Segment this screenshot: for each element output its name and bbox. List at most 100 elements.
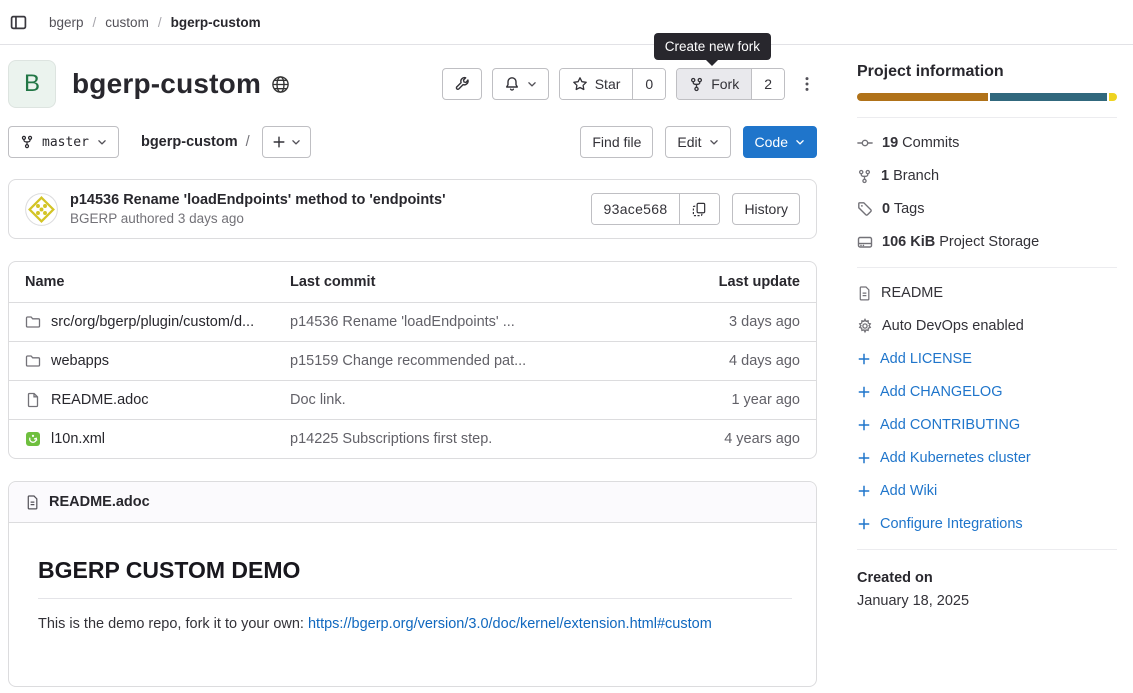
readme-filename: README.adoc bbox=[49, 494, 150, 510]
repo-name[interactable]: bgerp-custom bbox=[141, 134, 238, 150]
file-xml-icon bbox=[25, 431, 41, 447]
sidebar-title: Project information bbox=[857, 63, 1117, 81]
star-button-group: Star 0 bbox=[559, 68, 666, 100]
table-row: README.adoc Doc link. 1 year ago bbox=[9, 380, 816, 419]
folder-icon bbox=[25, 314, 41, 330]
bell-icon bbox=[504, 76, 520, 92]
created-on-title: Created on bbox=[857, 570, 1117, 586]
sidebar-add-kubernetes[interactable]: Add Kubernetes cluster bbox=[857, 450, 1117, 466]
sidebar-add-license[interactable]: Add LICENSE bbox=[857, 351, 1117, 367]
star-count[interactable]: 0 bbox=[632, 69, 665, 99]
code-button[interactable]: Code bbox=[743, 126, 817, 158]
sidebar-item-branches[interactable]: 1 Branch bbox=[857, 168, 1117, 184]
sidebar-link-label: Add Kubernetes cluster bbox=[880, 450, 1031, 466]
stat-text: 0 Tags bbox=[882, 201, 925, 217]
column-header-last-commit: Last commit bbox=[274, 262, 666, 302]
table-header-row: Name Last commit Last update bbox=[9, 262, 816, 302]
sidebar-toggle-icon[interactable] bbox=[6, 10, 31, 35]
folder-icon bbox=[25, 353, 41, 369]
branch-name: master bbox=[42, 135, 89, 150]
sidebar-configure-integrations[interactable]: Configure Integrations bbox=[857, 516, 1117, 532]
language-segment bbox=[857, 93, 988, 101]
language-bar[interactable] bbox=[857, 93, 1117, 101]
readme-text: This is the demo repo, fork it to your o… bbox=[38, 616, 308, 632]
file-link[interactable]: README.adoc bbox=[9, 381, 274, 419]
created-on-date: January 18, 2025 bbox=[857, 593, 1117, 609]
star-button[interactable]: Star bbox=[560, 69, 633, 99]
sidebar-item-tags[interactable]: 0 Tags bbox=[857, 201, 1117, 217]
language-segment bbox=[1109, 93, 1117, 101]
file-doc-icon bbox=[25, 392, 41, 408]
gear-icon bbox=[857, 318, 873, 334]
breadcrumb-separator: / bbox=[158, 15, 162, 30]
sidebar-item-storage[interactable]: 106 KiB Project Storage bbox=[857, 234, 1117, 250]
sidebar-item-commits[interactable]: 19 Commits bbox=[857, 135, 1117, 151]
row-commit-link[interactable]: p14536 Rename 'loadEndpoints' ... bbox=[274, 303, 666, 341]
fork-label: Fork bbox=[711, 76, 739, 92]
sidebar-item-readme[interactable]: README bbox=[857, 285, 1117, 301]
breadcrumb-subgroup[interactable]: custom bbox=[105, 15, 149, 30]
chevron-down-icon bbox=[795, 137, 805, 147]
code-label: Code bbox=[755, 134, 788, 150]
file-lines-icon bbox=[25, 495, 40, 510]
branch-icon bbox=[857, 169, 872, 184]
sidebar-add-wiki[interactable]: Add Wiki bbox=[857, 483, 1117, 499]
sidebar-add-changelog[interactable]: Add CHANGELOG bbox=[857, 384, 1117, 400]
more-options-icon[interactable] bbox=[797, 72, 817, 96]
row-commit-link[interactable]: p14225 Subscriptions first step. bbox=[274, 420, 666, 458]
breadcrumb-group[interactable]: bgerp bbox=[49, 15, 84, 30]
readme-content: BGERP CUSTOM DEMO This is the demo repo,… bbox=[9, 523, 816, 662]
project-settings-button[interactable] bbox=[442, 68, 482, 100]
readme-link[interactable]: https://bgerp.org/version/3.0/doc/kernel… bbox=[308, 616, 712, 632]
stat-text: 1 Branch bbox=[881, 168, 939, 184]
project-header: B bgerp-custom bbox=[8, 60, 817, 108]
commit-icon bbox=[857, 135, 873, 151]
copy-icon bbox=[692, 202, 707, 217]
copy-sha-button[interactable] bbox=[679, 194, 719, 224]
fork-area: Create new fork Fork 2 bbox=[676, 68, 785, 100]
stat-value: 19 bbox=[882, 135, 898, 151]
readme-paragraph: This is the demo repo, fork it to your o… bbox=[38, 616, 792, 632]
edit-button[interactable]: Edit bbox=[665, 126, 730, 158]
commit-author-avatar[interactable] bbox=[25, 193, 58, 226]
add-file-button[interactable] bbox=[262, 126, 311, 158]
row-commit-link[interactable]: p15159 Change recommended pat... bbox=[274, 342, 666, 380]
fork-button[interactable]: Fork bbox=[677, 69, 751, 99]
fork-button-group: Fork 2 bbox=[676, 68, 785, 100]
file-link[interactable]: src/org/bgerp/plugin/custom/d... bbox=[9, 303, 274, 341]
language-segment bbox=[990, 93, 1108, 101]
disk-icon bbox=[857, 234, 873, 250]
readme-header[interactable]: README.adoc bbox=[9, 482, 816, 523]
file-name: src/org/bgerp/plugin/custom/d... bbox=[51, 314, 254, 330]
fork-icon bbox=[689, 77, 704, 92]
divider bbox=[857, 549, 1117, 550]
fork-count[interactable]: 2 bbox=[751, 69, 784, 99]
stat-label: Tags bbox=[894, 201, 925, 217]
notifications-button[interactable] bbox=[492, 68, 549, 100]
commit-message[interactable]: p14536 Rename 'loadEndpoints' method to … bbox=[70, 192, 446, 208]
top-bar: bgerp / custom / bgerp-custom bbox=[0, 0, 1133, 45]
last-commit-panel: p14536 Rename 'loadEndpoints' method to … bbox=[8, 179, 817, 239]
breadcrumb-current[interactable]: bgerp-custom bbox=[171, 15, 261, 30]
divider bbox=[857, 267, 1117, 268]
row-last-update: 4 years ago bbox=[666, 420, 816, 458]
file-link[interactable]: webapps bbox=[9, 342, 274, 380]
star-label: Star bbox=[595, 76, 621, 92]
commit-sha[interactable]: 93ace568 bbox=[592, 194, 680, 224]
find-file-button[interactable]: Find file bbox=[580, 126, 653, 158]
sidebar-item-auto-devops[interactable]: Auto DevOps enabled bbox=[857, 318, 1117, 334]
file-name: README.adoc bbox=[51, 392, 149, 408]
repo-toolbar: master bgerp-custom / Find file Edit bbox=[8, 126, 817, 158]
file-link[interactable]: l10n.xml bbox=[9, 420, 274, 458]
file-name: l10n.xml bbox=[51, 431, 105, 447]
sidebar-link-label: README bbox=[881, 285, 943, 301]
plus-icon bbox=[857, 451, 871, 465]
history-button[interactable]: History bbox=[732, 193, 800, 225]
plus-icon bbox=[857, 352, 871, 366]
branch-selector[interactable]: master bbox=[8, 126, 119, 158]
row-last-update: 1 year ago bbox=[666, 381, 816, 419]
chevron-down-icon bbox=[97, 137, 107, 147]
sidebar-add-contributing[interactable]: Add CONTRIBUTING bbox=[857, 417, 1117, 433]
wrench-icon bbox=[454, 76, 470, 92]
row-commit-link[interactable]: Doc link. bbox=[274, 381, 666, 419]
